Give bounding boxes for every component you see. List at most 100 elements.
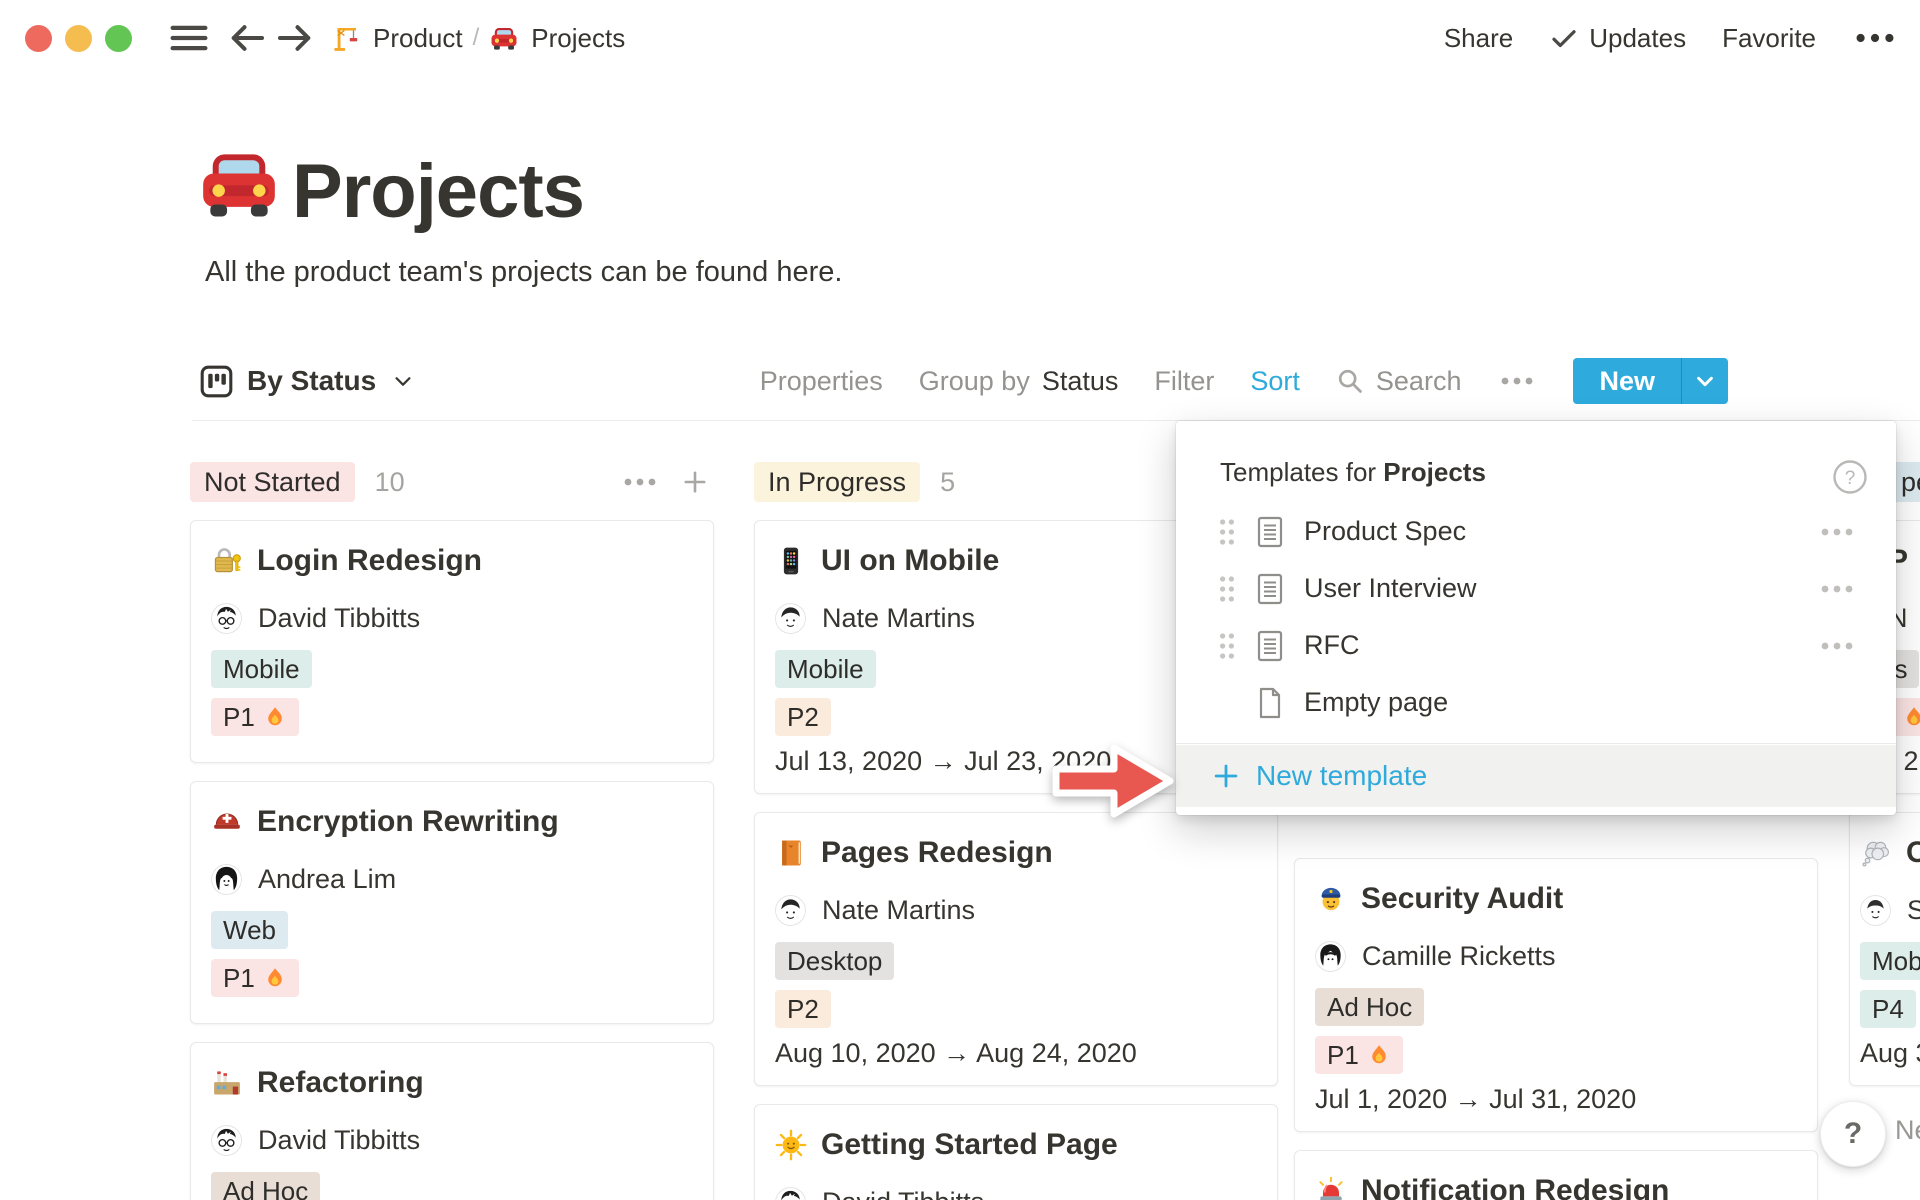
tag-label: Ad Hoc (1327, 988, 1412, 1026)
new-template-label: New template (1256, 760, 1427, 792)
tag-p1: P1 (211, 698, 299, 736)
help-button[interactable]: ? (1820, 1101, 1886, 1167)
search-button[interactable]: Search (1336, 366, 1462, 397)
project-card[interactable]: Pages RedesignNate MartinsDesktopP2Aug 1… (754, 812, 1278, 1086)
new-dropdown-button[interactable] (1682, 358, 1728, 404)
template-label: RFC (1304, 630, 1360, 661)
new-button[interactable]: New (1573, 358, 1681, 404)
breadcrumb-projects[interactable]: Projects (489, 23, 625, 54)
template-menu-icon[interactable] (1820, 527, 1854, 537)
window-close-button[interactable] (25, 25, 52, 52)
template-item-user-interview[interactable]: User Interview (1176, 560, 1896, 617)
drag-handle-icon[interactable] (1216, 631, 1238, 661)
template-menu-icon[interactable] (1820, 584, 1854, 594)
column-add-icon[interactable] (682, 469, 708, 495)
filter-button[interactable]: Filter (1154, 366, 1214, 397)
view-name: By Status (247, 365, 376, 397)
page-icon-red-car[interactable] (196, 140, 282, 226)
favorite-button[interactable]: Favorite (1722, 23, 1816, 54)
doc-text-icon (1256, 630, 1284, 662)
window-minimize-button[interactable] (65, 25, 92, 52)
project-card[interactable]: Getting Started PageDavid Tibbitts (754, 1104, 1278, 1200)
window-zoom-button[interactable] (105, 25, 132, 52)
drag-handle-icon[interactable] (1216, 517, 1238, 547)
project-card[interactable]: Encryption Rewriting Andrea Lim Web P1 (190, 781, 714, 1024)
card-title: Security Audit (1361, 881, 1563, 917)
card-person-row: David Tibbitts (211, 1125, 693, 1156)
project-card[interactable]: Notification RedesignAndrea Lim (1294, 1150, 1818, 1200)
template-list: Product SpecUser Interview RFC Empty page (1176, 503, 1896, 731)
card-title: Login Redesign (257, 543, 482, 579)
template-item-rfc[interactable]: RFC (1176, 617, 1896, 674)
avatar-man (1860, 895, 1891, 926)
rotating-light-icon (1315, 1175, 1347, 1200)
template-menu-icon[interactable] (1820, 641, 1854, 651)
page-description[interactable]: All the product team's projects can be f… (205, 256, 842, 289)
page-title[interactable]: Projects (292, 148, 584, 235)
person-name: David Tibbitts (258, 603, 420, 634)
search-icon (1336, 367, 1364, 395)
group-by-value: Status (1042, 366, 1119, 397)
card-tags: Ad HocP1 (211, 1172, 693, 1200)
card-tags: Desktop P2 (775, 942, 1257, 1028)
new-template-button[interactable]: New template (1176, 745, 1896, 807)
card-title-row: Encryption Rewriting (211, 804, 693, 840)
tag-mobile: Mobile (1860, 942, 1920, 980)
tag-label: P1 (223, 959, 255, 997)
back-arrow-icon[interactable] (227, 18, 267, 58)
card-title-row: Pages Redesign (775, 835, 1257, 871)
template-label: Empty page (1304, 687, 1448, 718)
window-topbar: Product / Projects Share Updates Favorit… (0, 0, 1920, 76)
updates-button[interactable]: Updates (1549, 23, 1686, 54)
share-button[interactable]: Share (1444, 23, 1513, 54)
column-status-badge[interactable]: In Progress (754, 462, 920, 502)
tag-label: Mobile (787, 650, 864, 688)
tag-p1: P1 (1315, 1036, 1403, 1074)
page-more-button[interactable] (1852, 32, 1898, 44)
drag-handle-icon[interactable] (1216, 574, 1238, 604)
project-card[interactable]: Refactoring David Tibbitts Ad HocP1 (190, 1042, 714, 1200)
column-cards: Login RedesignDavid TibbittsMobileP1Encr… (190, 520, 714, 1200)
column-status-badge[interactable]: Not Started (190, 462, 355, 502)
tag-content: Desktop (787, 942, 882, 980)
tag-content: P4 (1872, 990, 1904, 1028)
card-title: C (1906, 835, 1920, 871)
card-person-row: Andrea Lim (211, 864, 693, 895)
templates-help-icon[interactable]: ? (1832, 459, 1868, 495)
tag-content: Web (223, 911, 276, 949)
project-card[interactable]: CSMobileP4Aug 3 (1849, 812, 1920, 1086)
avatar-nate (775, 603, 806, 634)
forward-arrow-icon[interactable] (275, 18, 315, 58)
card-title-row: Getting Started Page (775, 1127, 1257, 1163)
board-view-icon (200, 365, 233, 398)
orange-book-icon (775, 837, 807, 869)
project-card[interactable]: Login RedesignDavid TibbittsMobileP1 (190, 520, 714, 763)
column-menu-icon[interactable] (622, 477, 658, 487)
sidebar-menu-icon[interactable] (169, 18, 209, 58)
card-tags: Web P1 (211, 911, 693, 997)
view-switcher[interactable]: By Status (200, 356, 414, 406)
search-label: Search (1376, 366, 1462, 397)
tag-desktop: Desktop (775, 942, 894, 980)
breadcrumb-product[interactable]: Product (331, 23, 463, 54)
template-item-empty-page[interactable]: Empty page (1176, 674, 1896, 731)
updates-label: Updates (1589, 23, 1686, 54)
sort-button[interactable]: Sort (1250, 366, 1300, 397)
doc-text-icon (1256, 516, 1284, 548)
card-title: UI on Mobile (821, 543, 999, 579)
card-title-row: Refactoring (211, 1065, 693, 1101)
popover-title-target: Projects (1383, 457, 1486, 487)
template-item-product-spec[interactable]: Product Spec (1176, 503, 1896, 560)
view-more-button[interactable] (1497, 376, 1537, 386)
card-title: Encryption Rewriting (257, 804, 559, 840)
column-count: 10 (375, 467, 405, 498)
card-title: Getting Started Page (821, 1127, 1118, 1163)
svg-text:?: ? (1845, 468, 1856, 489)
properties-button[interactable]: Properties (760, 366, 883, 397)
group-by-button[interactable]: Group by Status (919, 366, 1119, 397)
card-person-row: David Tibbitts (211, 603, 693, 634)
tag-content: P2 (787, 990, 819, 1028)
project-card[interactable]: Security AuditCamille RickettsAd HocP1Ju… (1294, 858, 1818, 1132)
help-question-label: ? (1844, 1117, 1862, 1151)
plus-icon (1212, 762, 1240, 790)
